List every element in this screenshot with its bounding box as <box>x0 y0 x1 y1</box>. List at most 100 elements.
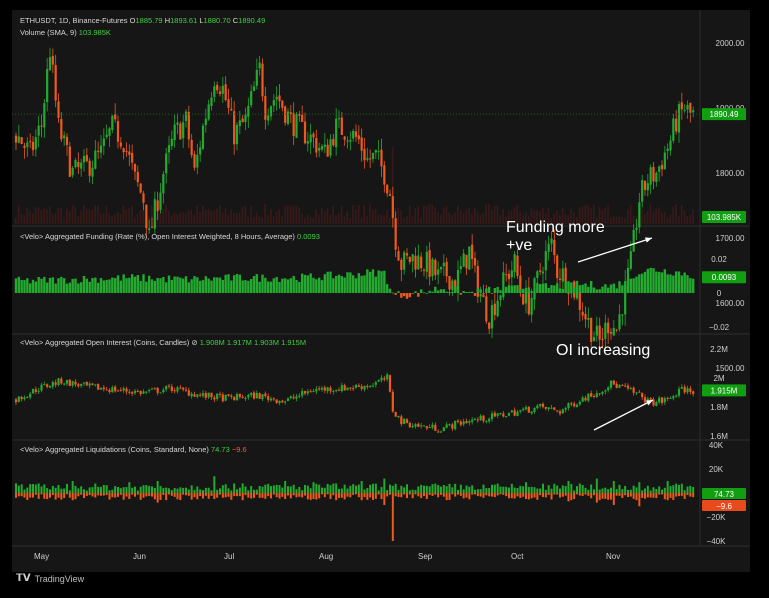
volume-bar <box>488 204 490 224</box>
liq-short-bar <box>182 493 185 495</box>
liq-short-bar <box>80 493 83 495</box>
volume-bar <box>306 214 309 224</box>
liq-short-bar <box>270 493 272 499</box>
liq-long-bar <box>428 486 431 493</box>
liq-long-bar <box>196 486 199 493</box>
volume-bar <box>632 215 635 224</box>
chart-canvas[interactable]: 2000.001900.001800.001700.001600.001500.… <box>12 10 750 572</box>
liq-short-bar <box>29 493 32 498</box>
liq-long-bar <box>414 489 417 493</box>
liq-short-bar <box>236 493 238 497</box>
price-candle <box>312 133 315 138</box>
funding-bar <box>519 289 522 293</box>
liq-short-bar <box>374 493 377 499</box>
volume-bar <box>57 208 60 224</box>
liq-short-bar <box>284 493 287 499</box>
liq-short-bar <box>323 493 326 498</box>
volume-bar <box>165 205 167 224</box>
liq-long-bar <box>587 489 590 493</box>
funding-bar <box>295 279 298 293</box>
oi-candle <box>465 420 468 424</box>
volume-bar <box>420 217 422 224</box>
liq-long-bar <box>301 490 304 493</box>
funding-bar <box>31 279 35 293</box>
oi-candle <box>91 383 94 385</box>
funding-bar <box>686 275 689 293</box>
liq-short-bar <box>199 493 202 496</box>
liq-long-bar <box>102 484 105 493</box>
liq-short-bar <box>298 493 301 497</box>
volume-bar <box>607 205 609 224</box>
liq-long-bar <box>264 484 267 493</box>
liq-short-bar <box>578 493 581 496</box>
liq-long-bar <box>159 486 162 493</box>
funding-bar <box>201 280 205 293</box>
volume-bar <box>88 208 91 224</box>
funding-bar <box>26 278 29 293</box>
price-candle <box>221 85 224 94</box>
oi-candle <box>567 403 570 409</box>
funding-bar <box>65 283 69 293</box>
liq-long-bar <box>122 487 125 493</box>
volume-bar <box>267 214 269 224</box>
funding-bar <box>37 276 40 293</box>
volume-bar <box>142 210 145 224</box>
oi-candle <box>626 385 630 389</box>
funding-bar <box>473 293 477 296</box>
oi-candle <box>536 405 539 409</box>
price-candle <box>184 111 188 122</box>
volume-bar <box>131 205 133 224</box>
volume-value-label: 103.985K <box>707 213 742 222</box>
liq-long-bar <box>165 487 168 493</box>
liq-long-bar <box>216 489 219 493</box>
liq-short-bar <box>318 493 321 499</box>
volume-bar <box>247 216 249 224</box>
funding-bar <box>193 276 196 293</box>
price-candle <box>496 300 499 317</box>
oi-candle <box>286 398 290 402</box>
funding-bar <box>669 274 672 293</box>
volume-bar <box>434 207 436 224</box>
liq-long-bar <box>323 487 326 493</box>
oi-candle <box>669 397 672 399</box>
liq-long-bar <box>108 490 111 493</box>
volume-bar <box>678 215 680 224</box>
price-candle <box>269 106 273 117</box>
liq-short-bar <box>136 493 139 495</box>
funding-bar <box>604 284 607 293</box>
volume-bar <box>474 207 476 224</box>
volume-bar <box>162 208 164 224</box>
liq-long-bar <box>454 483 457 493</box>
liq-short-bar <box>425 493 428 499</box>
price-candle <box>105 134 108 138</box>
price-candle <box>609 332 613 334</box>
liq-short-bar <box>142 493 145 498</box>
oi-candle <box>604 390 607 392</box>
volume-bar <box>37 207 40 224</box>
liq-long-bar <box>377 490 380 493</box>
oi-candle <box>575 404 579 407</box>
price-candle <box>490 304 494 329</box>
funding-bar <box>116 275 120 293</box>
liq-long-bar <box>533 487 536 493</box>
liq-long-bar <box>576 486 578 493</box>
liq-long-bar <box>207 487 210 493</box>
liq-long-bar <box>335 483 338 493</box>
liq-short-bar <box>437 493 440 498</box>
liq-short-bar <box>15 493 17 498</box>
oi-candle <box>677 388 681 396</box>
oi-candle <box>479 415 482 421</box>
volume-bar <box>179 212 181 224</box>
liq-short-bar <box>216 493 219 498</box>
volume-bar <box>278 209 281 224</box>
funding-bar <box>663 269 667 293</box>
liq-long-bar <box>476 489 479 493</box>
funding-bar <box>196 277 199 293</box>
volume-bar <box>236 213 238 224</box>
oi-candle <box>23 397 26 400</box>
liq-long-bar <box>403 487 406 493</box>
volume-bar <box>357 205 360 224</box>
funding-bar <box>567 281 570 293</box>
liq-long-bar <box>352 484 355 493</box>
liq-long-bar <box>479 489 482 493</box>
